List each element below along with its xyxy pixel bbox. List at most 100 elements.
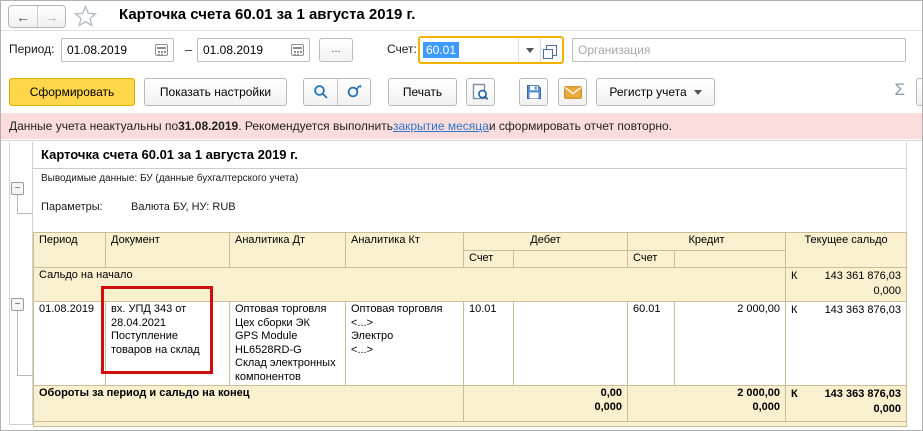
period-label: Период: <box>9 42 55 56</box>
app-window: ← → Карточка счета 60.01 за 1 августа 20… <box>0 0 923 431</box>
col-header-debit-account: Счет <box>463 250 514 268</box>
totals-balance-amount: 143 363 876,03 <box>824 388 902 400</box>
opening-balance-amount: 143 361 876,03 <box>824 270 902 282</box>
totals-debit-sum: 0,00 <box>600 387 623 399</box>
forward-button[interactable]: → <box>37 6 65 27</box>
warning-text-middle: . Рекомендуется выполнить <box>238 119 393 133</box>
nav-buttons: ← → <box>8 5 66 28</box>
save-icon <box>526 85 541 99</box>
balance-indicator: К <box>791 388 798 400</box>
col-header-balance: Текущее сальдо <box>785 232 908 268</box>
table-footer-strip <box>32 421 908 427</box>
cell-credit-account[interactable]: 60.01 <box>627 301 676 386</box>
register-menu-button[interactable]: Регистр учета <box>596 78 715 106</box>
totals-debit-cell[interactable]: 0,00 0,000 <box>462 385 629 422</box>
period-dash: – <box>185 42 193 57</box>
calendar-icon[interactable] <box>155 44 168 56</box>
period-options-button[interactable]: ... <box>319 38 353 62</box>
col-header-analytics-kt: Аналитика Кт <box>345 232 464 268</box>
generate-button[interactable]: Сформировать <box>9 78 135 106</box>
email-button[interactable] <box>558 78 587 106</box>
back-arrow-icon: ← <box>16 8 30 25</box>
cell-balance[interactable]: К 143 363 876,03 <box>785 301 908 386</box>
cell-analytics-kt[interactable]: Оптовая торговля <...> Электро <...> <box>345 301 464 386</box>
cell-document[interactable]: вх. УПД 343 от 28.04.2021 Поступление то… <box>105 301 230 386</box>
cell-credit-sum[interactable]: 2 000,00 <box>674 301 787 386</box>
account-card-table: Период Документ Аналитика Дт Аналитика К… <box>32 232 908 427</box>
clipped-edge-button[interactable] <box>916 78 922 106</box>
group-tree-line <box>17 375 33 376</box>
col-header-document: Документ <box>105 232 230 268</box>
title-bar: ← → Карточка счета 60.01 за 1 августа 20… <box>1 1 922 31</box>
date-from-field[interactable] <box>61 38 174 62</box>
totals-balance-qty: 0,000 <box>873 403 902 415</box>
totals-credit-qty: 0,000 <box>752 400 781 413</box>
col-header-credit-sum <box>674 250 787 268</box>
back-button[interactable]: ← <box>9 6 37 27</box>
account-dropdown-button[interactable] <box>518 38 540 62</box>
search-button[interactable] <box>304 79 337 105</box>
group-tree-line <box>17 195 18 214</box>
date-from-input[interactable] <box>62 43 155 57</box>
account-open-button[interactable] <box>540 38 562 62</box>
warning-banner: Данные учета неактуальны по 31.08.2019. … <box>1 113 922 139</box>
opening-balance-cell[interactable]: К 143 361 876,03 0,000 <box>785 267 908 302</box>
email-icon <box>563 85 582 99</box>
date-to-input[interactable] <box>198 43 291 57</box>
toolbar: Сформировать Показать настройки Печать Р… <box>1 69 922 113</box>
favorite-star-icon[interactable] <box>73 4 98 32</box>
cell-debit-sum[interactable] <box>512 301 629 386</box>
autosum-button[interactable]: Σ <box>879 80 905 100</box>
section-divider <box>1 140 922 141</box>
totals-credit-cell[interactable]: 2 000,00 0,000 <box>627 385 787 422</box>
search-button-group <box>303 78 371 106</box>
warning-text-before: Данные учета неактуальны по <box>9 119 179 133</box>
collapse-group-button[interactable]: − <box>11 182 24 195</box>
group-tree-line <box>17 311 18 376</box>
opening-balance-qty: 0,000 <box>873 285 902 297</box>
totals-credit-sum: 2 000,00 <box>737 387 781 399</box>
close-month-link[interactable]: закрытие месяца <box>393 119 489 133</box>
date-to-field[interactable] <box>197 38 310 62</box>
preview-button[interactable] <box>466 78 495 106</box>
totals-debit-qty: 0,000 <box>594 400 623 413</box>
calendar-icon[interactable] <box>291 44 304 56</box>
totals-label[interactable]: Обороты за период и сальдо на конец <box>33 385 464 422</box>
chevron-down-icon <box>693 89 702 95</box>
print-button[interactable]: Печать <box>388 78 457 106</box>
collapse-group-button[interactable]: − <box>11 298 24 311</box>
search-next-button[interactable] <box>337 79 370 105</box>
col-header-credit: Кредит <box>627 232 787 251</box>
cell-analytics-dt[interactable]: Оптовая торговля Цех сборки ЭК GPS Modul… <box>229 301 346 386</box>
account-combo[interactable]: 60.01 <box>418 36 564 64</box>
cell-debit-account[interactable]: 10.01 <box>463 301 514 386</box>
show-settings-button[interactable]: Показать настройки <box>144 78 287 106</box>
col-header-debit-sum <box>512 250 629 268</box>
col-header-debit: Дебет <box>462 232 629 251</box>
col-header-analytics-dt: Аналитика Дт <box>229 232 346 268</box>
report-output-data: Выводимые данные: БУ (данные бухгалтерск… <box>41 173 299 184</box>
organization-input[interactable] <box>573 43 905 57</box>
col-header-period: Период <box>33 232 106 268</box>
filter-bar: Период: – ... Счет: 60.01 <box>1 32 922 69</box>
cell-period[interactable]: 01.08.2019 <box>33 301 106 386</box>
row-balance-amount: 143 363 876,03 <box>824 304 902 316</box>
warning-date: 31.08.2019 <box>178 119 239 133</box>
report-title: Карточка счета 60.01 за 1 августа 2019 г… <box>41 147 298 162</box>
organization-field[interactable] <box>572 38 906 62</box>
totals-balance-cell[interactable]: К 143 363 876,03 0,000 <box>785 385 908 422</box>
search-next-icon <box>347 85 361 98</box>
opening-balance-label[interactable]: Сальдо на начало <box>32 267 787 302</box>
preview-icon <box>472 83 489 101</box>
open-link-icon <box>543 44 557 59</box>
account-label: Счет: <box>387 42 417 56</box>
chevron-down-icon <box>525 47 534 53</box>
report-params-value: Валюта БУ, НУ: RUB <box>131 201 236 213</box>
account-value[interactable]: 60.01 <box>420 38 518 62</box>
group-tree-line <box>17 213 33 214</box>
report-params-label: Параметры: <box>41 201 103 213</box>
page-title: Карточка счета 60.01 за 1 августа 2019 г… <box>119 6 416 23</box>
search-icon <box>313 85 328 99</box>
save-button[interactable] <box>519 78 548 106</box>
report-title-underline <box>33 168 906 169</box>
